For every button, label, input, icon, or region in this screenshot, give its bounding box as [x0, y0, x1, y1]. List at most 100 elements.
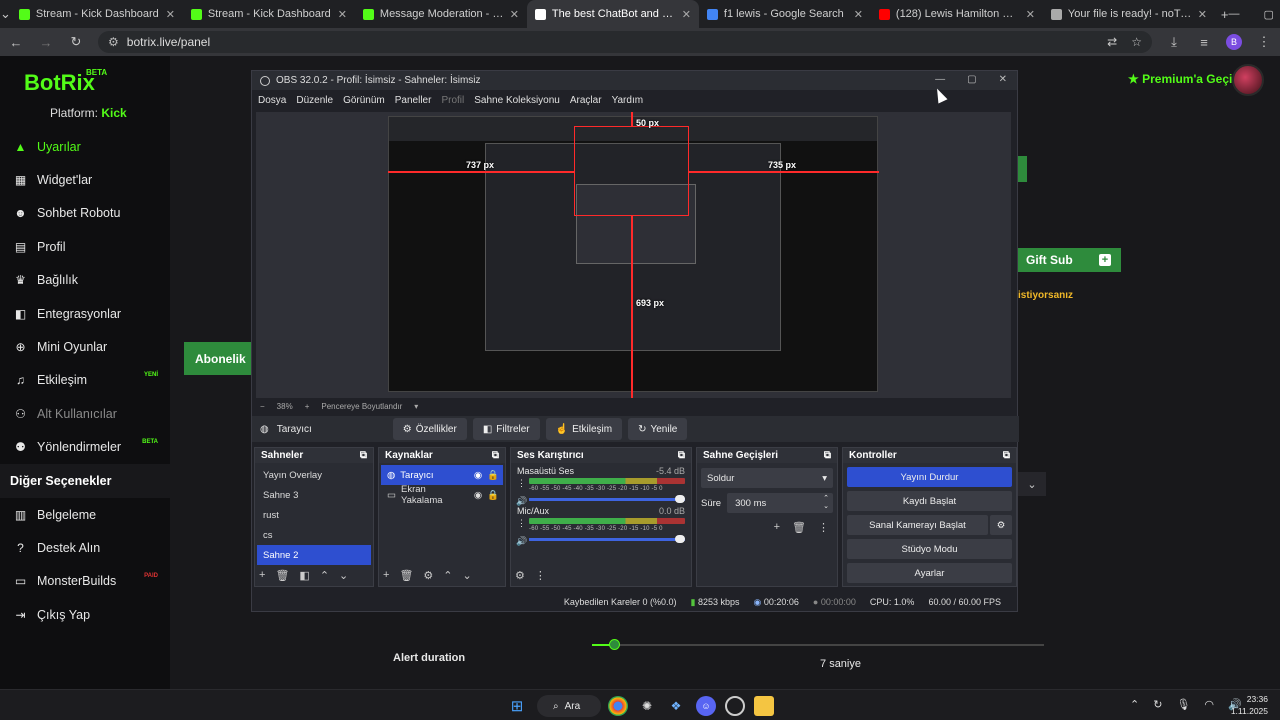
stop-streaming-button[interactable]: Yayını Durdur [847, 467, 1012, 487]
back-icon[interactable]: ← [8, 35, 24, 50]
tab-close-icon[interactable]: ✕ [682, 8, 691, 21]
sidebar-item[interactable]: ♛ Bağlılık [0, 264, 170, 297]
obs-menu-item[interactable]: Yardım [612, 95, 644, 106]
duration-slider[interactable] [592, 639, 1044, 650]
sidebar-item[interactable]: ⚇ Alt Kullanıcılar [0, 397, 170, 430]
tab-close-icon[interactable]: ✕ [1198, 8, 1207, 21]
add-source-icon[interactable]: + [383, 569, 389, 582]
reading-list-icon[interactable]: ≡ [1196, 35, 1212, 50]
zoom-in-icon[interactable]: + [305, 402, 310, 411]
remove-transition-icon[interactable]: 🗑 [792, 521, 806, 534]
site-info-icon[interactable]: ⚙ [108, 35, 119, 49]
sources-float-icon[interactable]: ⧉ [492, 450, 499, 461]
browser-tab[interactable]: Message Moderation - Kick Da ✕ [355, 0, 527, 28]
sidebar-item[interactable]: ▲ Uyarılar [0, 130, 170, 163]
scene-item[interactable]: cs [257, 525, 371, 545]
source-action-button[interactable]: ⚙ Özellikler [392, 418, 467, 440]
obs-taskbar-icon[interactable] [725, 696, 745, 716]
sidebar-item[interactable]: ⇥ Çıkış Yap [0, 598, 170, 631]
chrome-icon[interactable] [608, 696, 628, 716]
lock-icon[interactable]: 🔒 [487, 470, 499, 481]
source-item[interactable]: ◍ Tarayıcı ◉ 🔒 [381, 465, 503, 485]
browser-tab[interactable]: Stream - Kick Dashboard ✕ [11, 0, 183, 28]
sidebar-item[interactable]: ▥ Belgeleme [0, 498, 170, 531]
start-icon[interactable]: ⊞ [507, 696, 527, 716]
scene-item[interactable]: Yayın Overlay [257, 465, 371, 485]
start-recording-button[interactable]: Kaydı Başlat [847, 491, 1012, 511]
scene-item[interactable]: Sahne 3 [257, 485, 371, 505]
address-bar[interactable]: ⚙ botrix.live/panel ⇄ ☆ [98, 31, 1152, 53]
sidebar-item[interactable]: ◧ Entegrasyonlar [0, 297, 170, 330]
channel-menu-icon[interactable]: ⋮ [517, 518, 526, 529]
move-up-icon[interactable]: ⌃ [320, 569, 329, 582]
obs-titlebar[interactable]: OBS 32.0.2 - Profil: İsimsiz - Sahneler:… [252, 71, 1017, 90]
lock-icon[interactable]: 🔒 [487, 490, 499, 501]
browser-tab[interactable]: Stream - Kick Dashboard ✕ [183, 0, 355, 28]
volume-slider[interactable] [529, 535, 685, 543]
channel-menu-icon[interactable]: ⋮ [517, 478, 526, 489]
source-item[interactable]: ▭ Ekran Yakalama ◉ 🔒 [381, 484, 503, 506]
maximize-icon[interactable]: ▢ [1264, 8, 1274, 21]
sidebar-item[interactable]: ▤ Profil [0, 230, 170, 263]
obs-menu-item[interactable]: Dosya [258, 95, 286, 106]
tab-close-icon[interactable]: ✕ [854, 8, 863, 21]
abonelik-button[interactable]: Abonelik [184, 342, 254, 375]
file-explorer-icon[interactable] [754, 696, 774, 716]
transition-menu-icon[interactable]: ⋮ [818, 521, 829, 534]
scene-item[interactable]: rust [257, 505, 371, 525]
forward-icon[interactable]: → [38, 35, 54, 50]
scene-item[interactable]: Sahne 2 [257, 545, 371, 565]
mic-icon[interactable]: 🎙 [1176, 698, 1190, 711]
zoom-out-icon[interactable]: − [260, 402, 265, 411]
obs-maximize-icon[interactable]: ▢ [967, 74, 976, 85]
fit-to-window[interactable]: Pencereye Boyutlandır [321, 402, 402, 411]
browser-tab[interactable]: (128) Lewis Hamilton Wake Up ✕ [871, 0, 1043, 28]
premium-link[interactable]: ★ Premium'a Geçin [1128, 72, 1240, 86]
mixer-float-icon[interactable]: ⧉ [678, 450, 685, 461]
settings-button[interactable]: Ayarlar [847, 563, 1012, 583]
sidebar-item[interactable]: ▭ MonsterBuilds PAID [0, 565, 170, 598]
volume-slider[interactable] [529, 495, 685, 503]
bookmark-star-icon[interactable]: ☆ [1131, 35, 1142, 49]
sidebar-item[interactable]: ⚉ Yönlendirmeler BETA [0, 431, 170, 464]
tab-close-icon[interactable]: ✕ [338, 8, 347, 21]
browser-menu-icon[interactable]: ⋮ [1256, 34, 1272, 50]
translate-icon[interactable]: ⇄ [1107, 35, 1117, 49]
duration-spin-icon[interactable]: ⌃ ⌄ [823, 495, 829, 511]
wifi-icon[interactable]: ◠ [1204, 698, 1214, 711]
discord-icon[interactable]: ☺ [696, 696, 716, 716]
source-bounding-box[interactable] [574, 126, 689, 216]
obs-minimize-icon[interactable]: — [935, 74, 945, 85]
browser-tab[interactable]: The best ChatBot and Widgets ✕ [526, 0, 699, 28]
taskbar-search[interactable]: ⌕ Ara [537, 695, 601, 717]
source-action-button[interactable]: ☝ Etkileşim [545, 418, 623, 440]
sidebar-item[interactable]: ☻ Sohbet Robotu [0, 197, 170, 230]
sync-icon[interactable]: ↻ [1153, 698, 1162, 711]
studio-mode-button[interactable]: Stüdyo Modu [847, 539, 1012, 559]
virtual-camera-settings-icon[interactable]: ⚙ [990, 515, 1012, 535]
duration-slider-thumb[interactable] [609, 639, 620, 650]
obs-window[interactable]: OBS 32.0.2 - Profil: İsimsiz - Sahneler:… [251, 70, 1019, 612]
tab-close-icon[interactable]: ✕ [510, 8, 519, 21]
profile-avatar[interactable]: B [1226, 34, 1242, 50]
clock[interactable]: 23:36 1.11.2025 [1228, 693, 1268, 717]
dropdown-chevron[interactable]: ⌄ [1018, 472, 1046, 496]
sidebar-item[interactable]: ⊕ Mini Oyunlar [0, 330, 170, 363]
obs-menu-item[interactable]: Görünüm [343, 95, 385, 106]
remove-scene-icon[interactable]: 🗑 [275, 569, 289, 582]
settings-app-icon[interactable]: ✺ [637, 696, 657, 716]
scenes-float-icon[interactable]: ⧉ [360, 450, 367, 461]
controls-float-icon[interactable]: ⧉ [1003, 450, 1010, 461]
add-scene-icon[interactable]: + [259, 569, 265, 582]
minimize-icon[interactable]: — [1229, 8, 1240, 21]
obs-menu-item[interactable]: Düzenle [296, 95, 333, 106]
source-up-icon[interactable]: ⌃ [443, 569, 452, 582]
obs-menu-item[interactable]: Paneller [395, 95, 432, 106]
source-action-button[interactable]: ◧ Filtreler [472, 418, 540, 440]
add-transition-icon[interactable]: + [774, 521, 780, 534]
start-virtual-camera-button[interactable]: Sanal Kamerayı Başlat [847, 515, 988, 535]
scene-filter-icon[interactable]: ◧ [299, 569, 309, 582]
obs-close-icon[interactable]: ✕ [999, 74, 1007, 85]
tab-close-icon[interactable]: ✕ [1026, 8, 1035, 21]
new-tab-icon[interactable]: + [1221, 7, 1229, 22]
